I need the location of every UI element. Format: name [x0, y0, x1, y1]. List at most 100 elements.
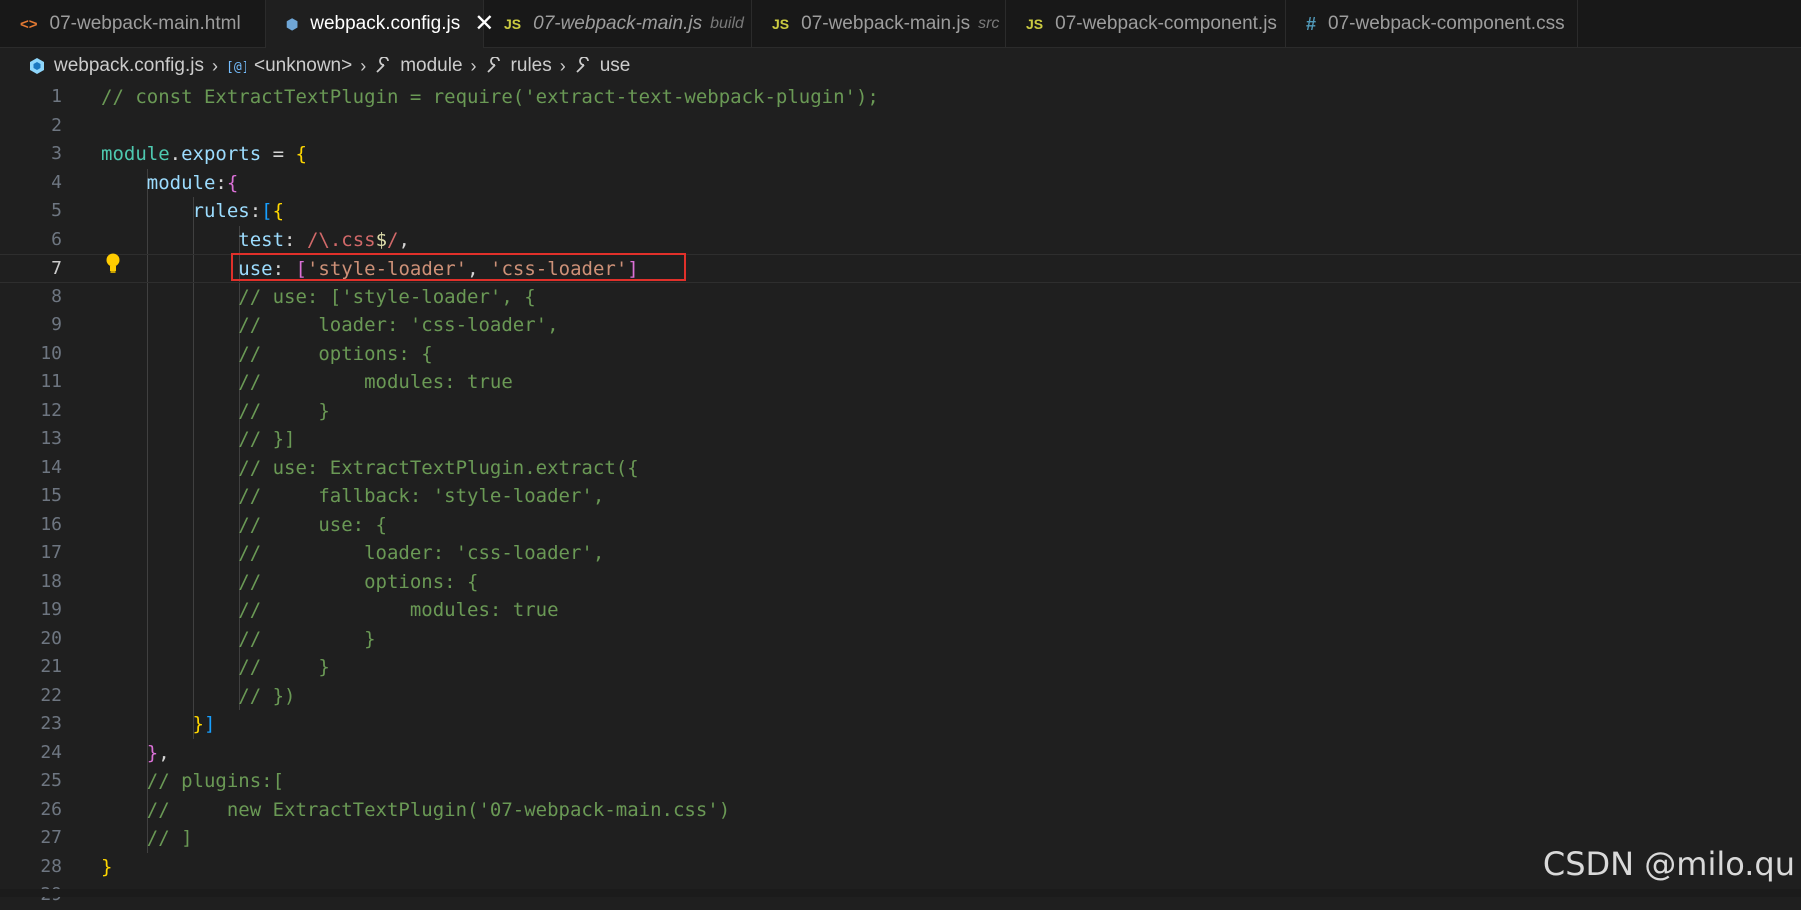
code-line[interactable]: 4 module:{ [0, 169, 1801, 198]
code-text: module.exports = { [101, 140, 307, 169]
line-number: 11 [0, 368, 62, 397]
code-token: // fallback: 'style-loader', [101, 485, 604, 507]
code-line[interactable]: 25 // plugins:[ [0, 767, 1801, 796]
tab-label: 07-webpack-component.js [1055, 13, 1277, 35]
code-token: : [250, 200, 261, 222]
code-token: ] [627, 258, 638, 280]
code-line[interactable]: 13 // }] [0, 425, 1801, 454]
breadcrumb-item-rules[interactable]: rules [485, 55, 552, 77]
code-line[interactable]: 11 // modules: true [0, 368, 1801, 397]
html-file-icon: <> [20, 16, 38, 33]
code-token: // use: { [101, 514, 387, 536]
code-line[interactable]: 27 // ] [0, 824, 1801, 853]
breadcrumb-item-unknown[interactable]: [@] <unknown> [226, 55, 352, 77]
breadcrumb-item-module[interactable]: module [374, 55, 462, 77]
breadcrumb-item-label: module [400, 55, 462, 77]
tab-3[interactable]: JS07-webpack-main.jssrc [752, 0, 1006, 48]
chevron-right-icon: › [560, 56, 566, 77]
code-text: // } [101, 653, 330, 682]
code-line[interactable]: 28} [0, 853, 1801, 882]
code-token: } [147, 742, 158, 764]
code-line[interactable]: 14 // use: ExtractTextPlugin.extract({ [0, 454, 1801, 483]
code-token: test [238, 229, 284, 251]
line-number: 27 [0, 824, 62, 853]
code-editor[interactable]: 1// const ExtractTextPlugin = require('e… [0, 83, 1801, 897]
line-number: 15 [0, 482, 62, 511]
code-token: // plugins:[ [101, 770, 284, 792]
code-token: // loader: 'css-loader', [101, 314, 559, 336]
code-token [101, 742, 147, 764]
code-text: // options: { [101, 568, 479, 597]
line-number: 9 [0, 311, 62, 340]
code-line[interactable]: 10 // options: { [0, 340, 1801, 369]
code-token: // }) [101, 685, 295, 707]
code-token: } [193, 713, 204, 735]
line-number: 25 [0, 767, 62, 796]
code-line[interactable]: 19 // modules: true [0, 596, 1801, 625]
breadcrumb: webpack.config.js › [@] <unknown> › modu… [0, 48, 1801, 84]
tab-1[interactable]: ⬢webpack.config.js✕ [266, 0, 484, 48]
code-line[interactable]: 3module.exports = { [0, 140, 1801, 169]
code-line[interactable]: 8 // use: ['style-loader', { [0, 283, 1801, 312]
code-token: , [398, 229, 409, 251]
code-token: [ [261, 200, 272, 222]
code-line[interactable]: 16 // use: { [0, 511, 1801, 540]
code-text: // }] [101, 425, 295, 454]
code-token: : [215, 172, 226, 194]
code-text: // const ExtractTextPlugin = require('ex… [101, 83, 879, 112]
tab-0[interactable]: <> 07-webpack-main.html [0, 0, 266, 48]
code-text: module:{ [101, 169, 238, 198]
lightbulb-icon[interactable] [104, 252, 122, 279]
line-number: 2 [0, 112, 62, 141]
code-token: // use: ['style-loader', { [101, 286, 536, 308]
line-number: 8 [0, 283, 62, 312]
line-number: 23 [0, 710, 62, 739]
breadcrumb-file-label: webpack.config.js [54, 55, 204, 77]
code-line[interactable]: 6 test: /\.css$/, [0, 226, 1801, 255]
svg-text:[@]: [@] [226, 60, 246, 75]
code-line[interactable]: 7 use: ['style-loader', 'css-loader'] [0, 254, 1801, 283]
code-line[interactable]: 24 }, [0, 739, 1801, 768]
code-token: : [273, 258, 296, 280]
code-line[interactable]: 23 }] [0, 710, 1801, 739]
wrench-icon [485, 57, 503, 75]
code-line[interactable]: 18 // options: { [0, 568, 1801, 597]
tab-label: 07-webpack-main.js [801, 13, 970, 35]
tab-description: build [710, 15, 744, 33]
code-line[interactable]: 21 // } [0, 653, 1801, 682]
code-line[interactable]: 12 // } [0, 397, 1801, 426]
code-token: // } [101, 628, 376, 650]
code-token: module [147, 172, 216, 194]
bottom-strip [0, 889, 1801, 897]
tab-label: 07-webpack-main.html [50, 13, 241, 35]
code-line[interactable]: 15 // fallback: 'style-loader', [0, 482, 1801, 511]
code-line[interactable]: 5 rules:[{ [0, 197, 1801, 226]
tab-5[interactable]: #07-webpack-component.css [1286, 0, 1578, 48]
line-number: 5 [0, 197, 62, 226]
line-number: 16 [0, 511, 62, 540]
chevron-right-icon: › [212, 56, 218, 77]
code-line[interactable]: 20 // } [0, 625, 1801, 654]
tab-4[interactable]: JS07-webpack-component.js [1006, 0, 1286, 48]
code-token: // options: { [101, 343, 433, 365]
code-line[interactable]: 26 // new ExtractTextPlugin('07-webpack-… [0, 796, 1801, 825]
code-token: // modules: true [101, 371, 513, 393]
code-text: }, [101, 739, 170, 768]
code-token: // options: { [101, 571, 479, 593]
code-text: rules:[{ [101, 197, 284, 226]
tab-label: 07-webpack-main.js [533, 13, 702, 35]
line-number: 10 [0, 340, 62, 369]
breadcrumb-file[interactable]: webpack.config.js [28, 55, 204, 77]
code-token: // }] [101, 428, 295, 450]
code-line[interactable]: 9 // loader: 'css-loader', [0, 311, 1801, 340]
code-line[interactable]: 17 // loader: 'css-loader', [0, 539, 1801, 568]
code-text: // } [101, 397, 330, 426]
code-line[interactable]: 2 [0, 112, 1801, 141]
tab-label: webpack.config.js [310, 13, 460, 35]
code-line[interactable]: 22 // }) [0, 682, 1801, 711]
tab-2[interactable]: JS07-webpack-main.jsbuild [484, 0, 752, 48]
breadcrumb-item-use[interactable]: use [574, 55, 631, 77]
code-text: // use: ['style-loader', { [101, 283, 536, 312]
code-token: // use: ExtractTextPlugin.extract({ [101, 457, 639, 479]
code-line[interactable]: 1// const ExtractTextPlugin = require('e… [0, 83, 1801, 112]
